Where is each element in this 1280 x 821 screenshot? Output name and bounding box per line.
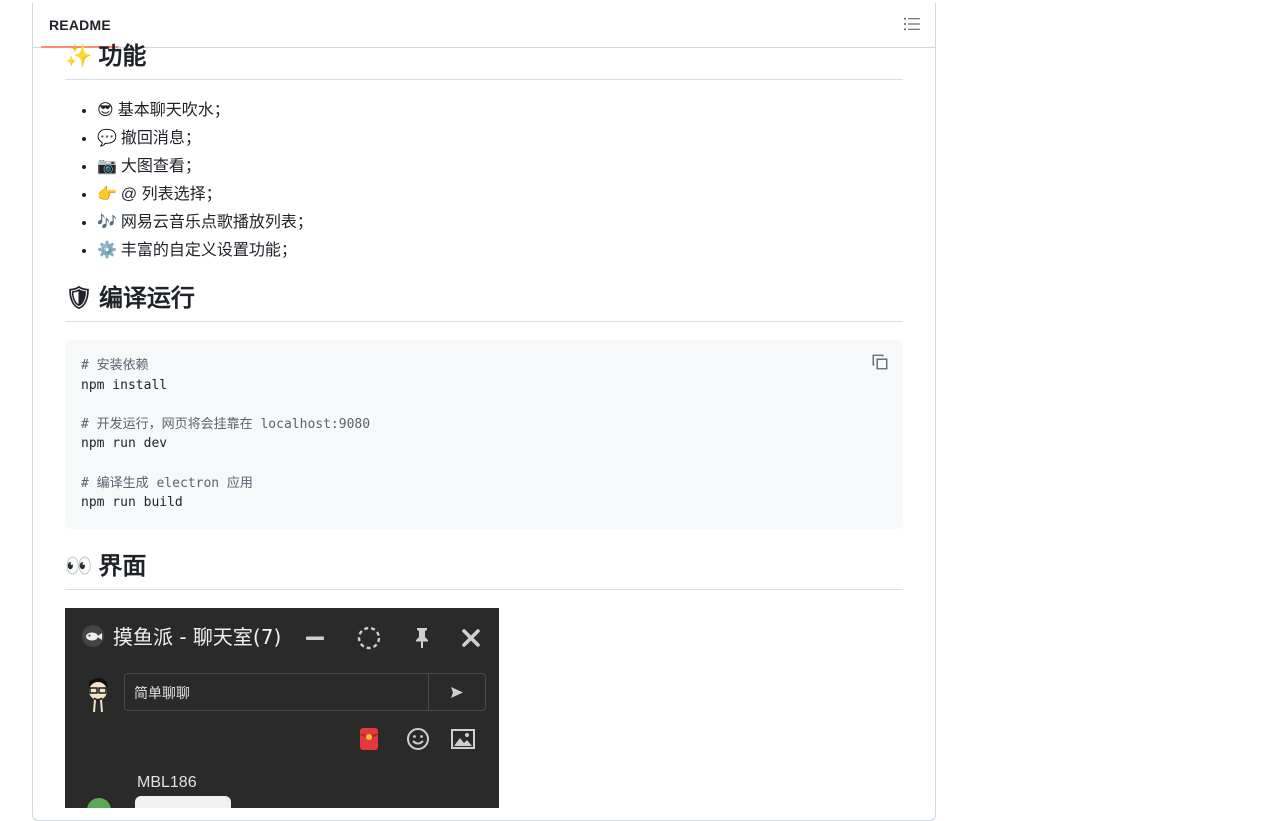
code-line: npm install [81, 377, 168, 393]
app-screenshot: 摸鱼派 - 聊天室(7) 简单聊聊 MBL186 [65, 608, 499, 808]
list-item-text: @ 列表选择； [120, 186, 222, 203]
music-notes-icon: 🎶 [97, 212, 117, 231]
list-item: 💬撤回消息； [97, 124, 903, 152]
ui-heading-text: 界面 [98, 553, 147, 580]
send-button[interactable] [428, 673, 486, 711]
ui-heading: 👀 界面 [65, 552, 903, 590]
list-item-text: 撤回消息； [120, 130, 201, 147]
features-heading-text: 功能 [98, 43, 147, 70]
list-item: 😎基本聊天吹水； [97, 96, 903, 124]
readme-header: README [33, 0, 935, 48]
code-line: npm run build [81, 495, 183, 511]
eyes-icon: 👀 [65, 554, 93, 580]
red-packet-icon[interactable] [356, 726, 382, 752]
pointing-hand-icon: 👉 [97, 184, 117, 203]
sunglasses-icon: 😎 [97, 100, 114, 119]
close-icon[interactable] [458, 625, 484, 651]
pin-icon[interactable] [409, 625, 435, 651]
copy-icon[interactable] [871, 353, 889, 371]
build-heading: 🛡 编译运行 [65, 284, 903, 322]
code-comment: # 安装依赖 [81, 358, 149, 373]
image-icon[interactable] [450, 726, 476, 752]
sparkles-icon: ✨ [65, 44, 93, 70]
list-item: 🎶网易云音乐点歌播放列表； [97, 208, 903, 236]
list-item-text: 基本聊天吹水； [117, 102, 230, 119]
code-block: # 安装依赖 npm install # 开发运行，网页将会挂靠在 localh… [65, 340, 903, 529]
code-comment: # 编译生成 electron 应用 [81, 475, 253, 491]
gear-icon: ⚙️ [97, 240, 117, 259]
shield-icon: 🛡 [65, 286, 93, 312]
list-item: 📷大图查看； [97, 152, 903, 180]
code-comment: # 开发运行，网页将会挂靠在 localhost:9080 [81, 416, 371, 432]
list-item: ⚙️丰富的自定义设置功能； [97, 236, 903, 264]
message-input[interactable]: 简单聊聊 [124, 673, 428, 711]
list-unordered-icon[interactable] [903, 15, 921, 33]
list-item-text: 丰富的自定义设置功能； [120, 242, 297, 259]
speech-bubble-icon: 💬 [97, 128, 117, 147]
build-heading-text: 编译运行 [98, 285, 195, 312]
code-content: # 安装依赖 npm install # 开发运行，网页将会挂靠在 localh… [65, 340, 903, 529]
list-item: 👉@ 列表选择； [97, 180, 903, 208]
list-item-text: 网易云音乐点歌播放列表； [120, 214, 313, 231]
code-line: npm run dev [81, 436, 168, 452]
message-username: MBL186 [137, 774, 197, 791]
chat-window-title: 摸鱼派 - 聊天室(7) [113, 625, 282, 649]
camera-icon: 📷 [97, 156, 117, 175]
readme-tab[interactable]: README [41, 0, 119, 48]
message-bubble [135, 796, 231, 808]
refresh-icon[interactable] [356, 625, 382, 651]
send-icon [451, 687, 463, 698]
emoji-icon[interactable] [405, 726, 431, 752]
avatar[interactable] [81, 674, 115, 714]
minimize-icon[interactable] [302, 625, 328, 651]
fish-logo-icon [82, 625, 104, 647]
features-heading: ✨ 功能 [65, 42, 903, 80]
features-list: 😎基本聊天吹水； 💬撤回消息； 📷大图查看； 👉@ 列表选择； 🎶网易云音乐点歌… [65, 96, 903, 264]
readme-panel: README ✨ 功能 😎基本聊天吹水； 💬撤回消息； 📷大图查看； 👉@ 列表… [32, 0, 936, 821]
list-item-text: 大图查看； [120, 158, 201, 175]
